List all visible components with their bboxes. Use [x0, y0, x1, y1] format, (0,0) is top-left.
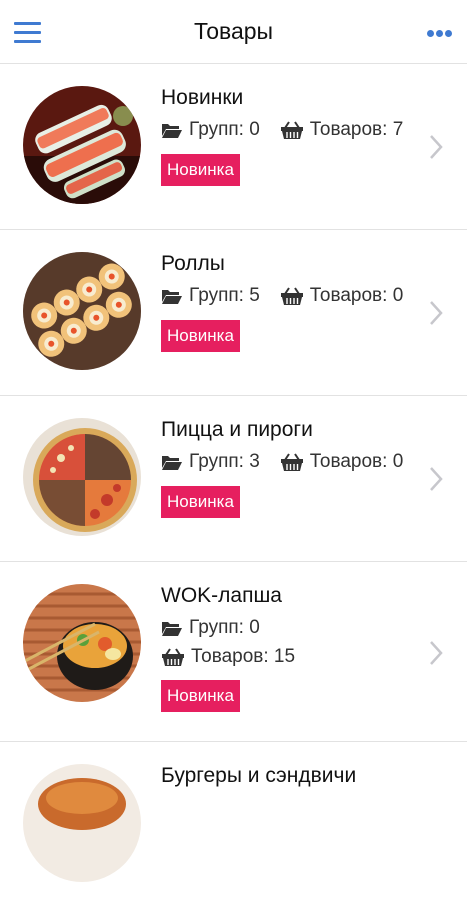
folder-open-icon: [162, 124, 182, 138]
category-name: WOK-лапша: [161, 584, 282, 607]
category-stats: Групп: 3 Товаров: 0: [161, 451, 423, 473]
category-stats: Групп: 5 Товаров: 0: [161, 285, 423, 307]
products-count: Товаров: 7: [309, 119, 404, 140]
category-item-pizza[interactable]: Пицца и пироги Групп: 3 Товаров: 0 Новин: [0, 396, 467, 562]
groups-stat: Групп: 0: [161, 617, 260, 639]
page-title: Товары: [193, 18, 274, 44]
category-image-rolls: [23, 252, 141, 370]
new-badge: Новинка: [161, 680, 240, 712]
new-badge: Новинка: [161, 486, 240, 518]
top-bar: Товары: [0, 0, 467, 64]
folder-open-icon: [162, 290, 182, 304]
products-count: Товаров: 0: [309, 451, 404, 472]
new-badge: Новинка: [161, 320, 240, 352]
category-list: Новинки Групп: 0 Товаров: 7 Новинка Ролл…: [0, 64, 467, 908]
basket-icon: [162, 648, 184, 666]
new-badge: Новинка: [161, 154, 240, 186]
products-stat: Товаров: 7: [280, 119, 404, 141]
category-image-burger: [23, 764, 141, 882]
groups-count: Групп: 5: [189, 285, 260, 306]
groups-count: Групп: 0: [189, 617, 260, 638]
category-stats: Групп: 0: [161, 617, 280, 639]
basket-icon: [280, 121, 303, 139]
chevron-right-icon: [430, 467, 443, 491]
category-image-wok: [23, 584, 141, 702]
products-count: Товаров: 0: [309, 285, 404, 306]
products-stat: Товаров: 0: [280, 285, 404, 307]
category-name: Пицца и пироги: [161, 418, 313, 441]
basket-icon: [280, 453, 303, 471]
groups-count: Групп: 0: [189, 119, 260, 140]
category-image-sushi: [23, 86, 141, 204]
products-count: Товаров: 15: [191, 646, 296, 667]
category-image-pizza: [23, 418, 141, 536]
products-stat: Товаров: 15: [161, 646, 295, 668]
groups-stat: Групп: 3: [161, 451, 260, 473]
chevron-right-icon: [430, 301, 443, 325]
products-stat: Товаров: 0: [280, 451, 404, 473]
category-name: Роллы: [161, 252, 225, 275]
category-name: Бургеры и сэндвичи: [161, 764, 357, 787]
chevron-right-icon: [430, 641, 443, 665]
folder-open-icon: [162, 456, 182, 470]
category-stats: Групп: 0 Товаров: 7: [161, 119, 423, 141]
more-dots-icon[interactable]: [425, 26, 455, 42]
groups-stat: Групп: 5: [161, 285, 260, 307]
folder-open-icon: [162, 622, 182, 636]
category-item-burgers[interactable]: Бургеры и сэндвичи: [0, 742, 467, 908]
basket-icon: [280, 287, 303, 305]
groups-count: Групп: 3: [189, 451, 260, 472]
category-item-novinki[interactable]: Новинки Групп: 0 Товаров: 7 Новинка: [0, 64, 467, 230]
chevron-right-icon: [430, 135, 443, 159]
groups-stat: Групп: 0: [161, 119, 260, 141]
category-item-wok[interactable]: WOK-лапша Групп: 0 Товаров: 15 Новинка: [0, 562, 467, 742]
category-item-rolly[interactable]: Роллы Групп: 5 Товаров: 0 Новинка: [0, 230, 467, 396]
category-name: Новинки: [161, 86, 244, 109]
